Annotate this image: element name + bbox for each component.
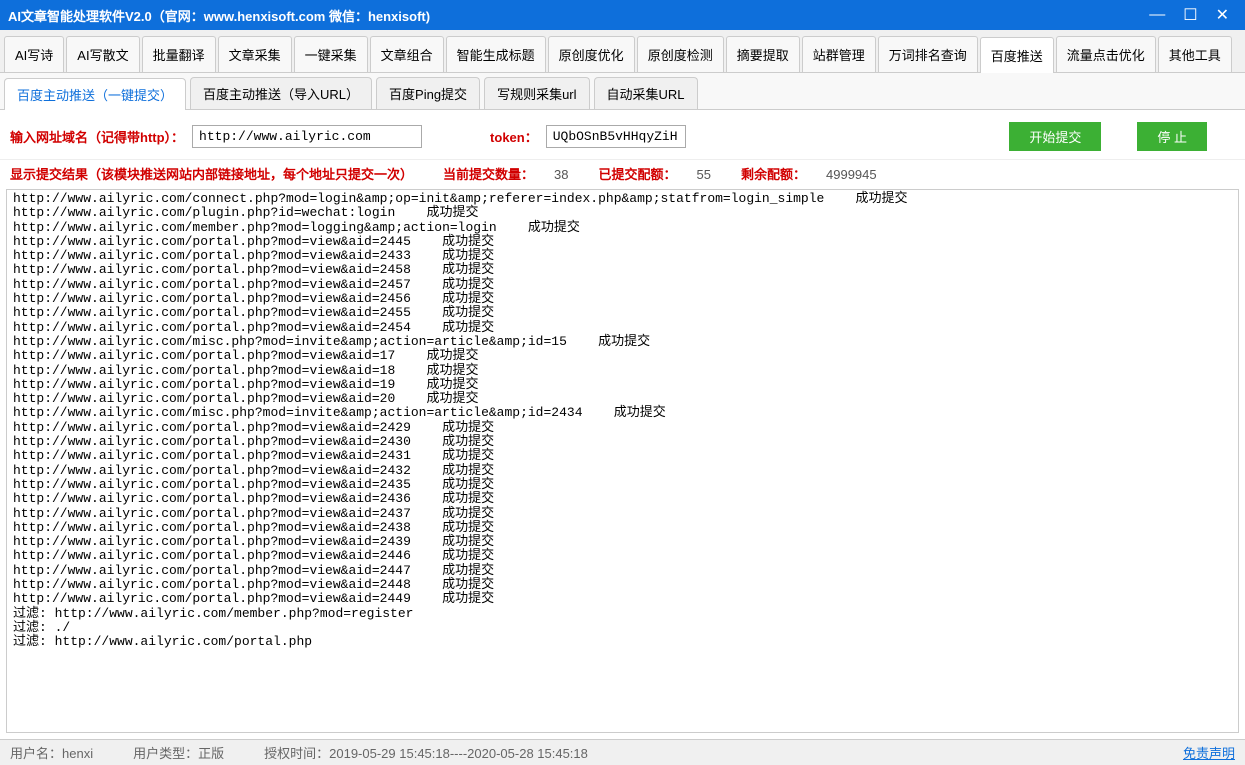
log-line: http://www.ailyric.com/member.php?mod=lo… <box>13 221 1232 235</box>
log-line: http://www.ailyric.com/portal.php?mod=vi… <box>13 449 1232 463</box>
main-tab-3[interactable]: 文章采集 <box>218 36 292 72</box>
log-line: http://www.ailyric.com/portal.php?mod=vi… <box>13 263 1232 277</box>
window-title: AI文章智能处理软件V2.0（官网：www.henxisoft.com 微信：h… <box>8 6 1149 25</box>
start-button[interactable]: 开始提交 <box>1009 122 1101 151</box>
user-type-value: 正版 <box>198 746 224 761</box>
main-tab-2[interactable]: 批量翻译 <box>142 36 216 72</box>
log-line: http://www.ailyric.com/portal.php?mod=vi… <box>13 549 1232 563</box>
main-tab-10[interactable]: 站群管理 <box>802 36 876 72</box>
main-tab-14[interactable]: 其他工具 <box>1158 36 1232 72</box>
titlebar: AI文章智能处理软件V2.0（官网：www.henxisoft.com 微信：h… <box>0 0 1245 30</box>
main-tabs: AI写诗AI写散文批量翻译文章采集一键采集文章组合智能生成标题原创度优化原创度检… <box>0 30 1245 73</box>
form-area: 输入网址域名（记得带http）： token： 开始提交 停 止 <box>0 110 1245 159</box>
disclaimer-link[interactable]: 免责声明 <box>1183 743 1235 762</box>
log-line: 过滤: ./ <box>13 621 1232 635</box>
sub-tabs: 百度主动推送（一键提交）百度主动推送（导入URL）百度Ping提交写规则采集ur… <box>0 73 1245 110</box>
log-line: http://www.ailyric.com/portal.php?mod=vi… <box>13 321 1232 335</box>
user-label: 用户名： <box>10 746 62 761</box>
maximize-icon[interactable]: ☐ <box>1183 5 1197 25</box>
main-tab-13[interactable]: 流量点击优化 <box>1056 36 1156 72</box>
close-icon[interactable]: ✕ <box>1216 5 1229 25</box>
log-line: http://www.ailyric.com/portal.php?mod=vi… <box>13 492 1232 506</box>
log-line: 过滤: http://www.ailyric.com/portal.php <box>13 635 1232 649</box>
log-line: http://www.ailyric.com/portal.php?mod=vi… <box>13 592 1232 606</box>
main-tab-12[interactable]: 百度推送 <box>980 37 1054 73</box>
log-line: http://www.ailyric.com/portal.php?mod=vi… <box>13 306 1232 320</box>
result-header-label: 显示提交结果（该模块推送网站内部链接地址，每个地址只提交一次） <box>10 164 413 183</box>
token-input[interactable] <box>546 125 686 148</box>
main-tab-0[interactable]: AI写诗 <box>4 36 64 72</box>
log-line: http://www.ailyric.com/portal.php?mod=vi… <box>13 564 1232 578</box>
log-line: http://www.ailyric.com/portal.php?mod=vi… <box>13 507 1232 521</box>
user-type-label: 用户类型： <box>133 746 198 761</box>
log-line: http://www.ailyric.com/portal.php?mod=vi… <box>13 464 1232 478</box>
auth-time-value: 2019-05-29 15:45:18----2020-05-28 15:45:… <box>329 746 588 761</box>
main-tab-4[interactable]: 一键采集 <box>294 36 368 72</box>
log-line: http://www.ailyric.com/portal.php?mod=vi… <box>13 364 1232 378</box>
result-header: 显示提交结果（该模块推送网站内部链接地址，每个地址只提交一次） 当前提交数量： 3… <box>0 159 1245 187</box>
submitted-quota-value: 55 <box>697 167 711 182</box>
main-tab-11[interactable]: 万词排名查询 <box>878 36 978 72</box>
sub-tab-1[interactable]: 百度主动推送（导入URL） <box>190 77 372 109</box>
sub-tab-2[interactable]: 百度Ping提交 <box>376 77 480 109</box>
log-area[interactable]: http://www.ailyric.com/connect.php?mod=l… <box>6 189 1239 733</box>
main-tab-5[interactable]: 文章组合 <box>370 36 444 72</box>
sub-tab-4[interactable]: 自动采集URL <box>594 77 698 109</box>
main-tab-6[interactable]: 智能生成标题 <box>446 36 546 72</box>
stop-button[interactable]: 停 止 <box>1137 122 1207 151</box>
log-line: 过滤: http://www.ailyric.com/member.php?mo… <box>13 607 1232 621</box>
log-line: http://www.ailyric.com/plugin.php?id=wec… <box>13 206 1232 220</box>
remain-quota-label: 剩余配额： <box>741 167 806 182</box>
url-input[interactable] <box>192 125 422 148</box>
minimize-icon[interactable]: ― <box>1149 6 1165 24</box>
log-line: http://www.ailyric.com/portal.php?mod=vi… <box>13 278 1232 292</box>
log-line: http://www.ailyric.com/portal.php?mod=vi… <box>13 421 1232 435</box>
auth-time-label: 授权时间： <box>264 746 329 761</box>
log-line: http://www.ailyric.com/portal.php?mod=vi… <box>13 521 1232 535</box>
sub-tab-0[interactable]: 百度主动推送（一键提交） <box>4 78 186 110</box>
main-tab-9[interactable]: 摘要提取 <box>726 36 800 72</box>
log-line: http://www.ailyric.com/misc.php?mod=invi… <box>13 406 1232 420</box>
current-count-label: 当前提交数量： <box>443 167 534 182</box>
statusbar: 用户名：henxi 用户类型：正版 授权时间：2019-05-29 15:45:… <box>0 739 1245 765</box>
remain-quota-value: 4999945 <box>826 167 877 182</box>
log-line: http://www.ailyric.com/portal.php?mod=vi… <box>13 349 1232 363</box>
user-value: henxi <box>62 746 93 761</box>
main-tab-7[interactable]: 原创度优化 <box>548 36 635 72</box>
main-tab-8[interactable]: 原创度检测 <box>637 36 724 72</box>
main-tab-1[interactable]: AI写散文 <box>66 36 139 72</box>
submitted-quota-label: 已提交配额： <box>599 167 677 182</box>
sub-tab-3[interactable]: 写规则采集url <box>484 77 589 109</box>
token-label: token： <box>490 127 538 146</box>
url-label: 输入网址域名（记得带http）： <box>10 127 184 146</box>
log-line: http://www.ailyric.com/portal.php?mod=vi… <box>13 378 1232 392</box>
current-count-value: 38 <box>554 167 568 182</box>
